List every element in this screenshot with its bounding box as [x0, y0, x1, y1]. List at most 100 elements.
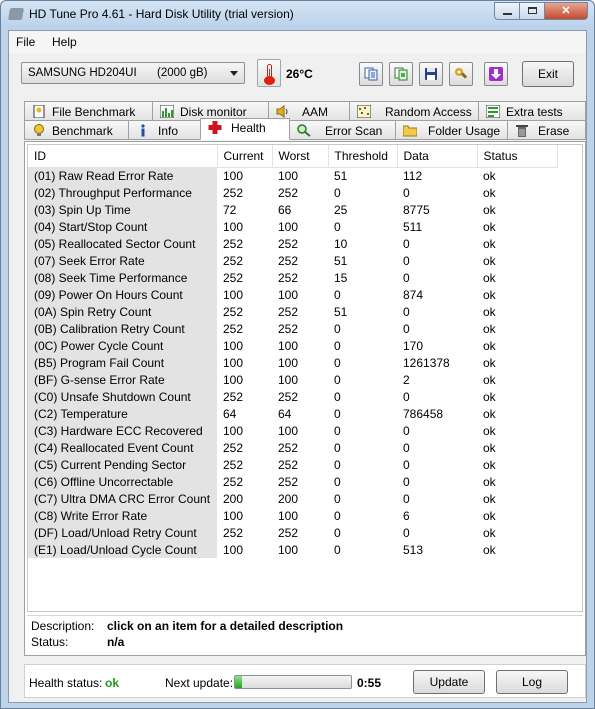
- tab-health[interactable]: Health: [200, 118, 290, 140]
- column-header-threshold[interactable]: Threshold: [328, 145, 398, 168]
- current-value: 100: [223, 219, 244, 234]
- attribute-id: (BF) G-sense Error Rate: [28, 371, 217, 388]
- tab-random-access[interactable]: Random Access: [349, 101, 479, 121]
- table-header: ID Current Worst Threshold Data Status: [28, 145, 558, 168]
- close-icon: ✕: [561, 5, 571, 17]
- menu-file[interactable]: File: [16, 35, 35, 49]
- raw-data: 170: [403, 338, 424, 353]
- tab-error-scan[interactable]: Error Scan: [289, 120, 396, 140]
- attribute-id: (01) Raw Read Error Rate: [28, 167, 217, 184]
- update-button[interactable]: Update: [413, 670, 485, 694]
- smart-attribute-list[interactable]: ID Current Worst Threshold Data Status (…: [27, 144, 583, 612]
- threshold-value: 51: [334, 304, 348, 319]
- minimize-button[interactable]: [494, 2, 520, 20]
- copy-info-button[interactable]: [359, 62, 383, 86]
- tab-erase[interactable]: Erase: [507, 120, 586, 140]
- toolbar: SAMSUNG HD204UI (2000 gB) 26°C Exit: [9, 53, 586, 95]
- table-row[interactable]: (C7) Ultra DMA CRC Error Count 200 200 0 0 ok: [28, 490, 557, 507]
- drive-select[interactable]: SAMSUNG HD204UI (2000 gB): [21, 62, 245, 84]
- table-row[interactable]: (C0) Unsafe Shutdown Count 252 252 0 0 ok: [28, 388, 557, 405]
- worst-value: 252: [278, 236, 299, 251]
- tab-file-benchmark[interactable]: File Benchmark: [24, 101, 153, 121]
- tab-benchmark[interactable]: Benchmark: [24, 120, 129, 140]
- title-bar[interactable]: HD Tune Pro 4.61 - Hard Disk Utility (tr…: [1, 1, 594, 29]
- worst-value: 100: [278, 287, 299, 302]
- table-row[interactable]: (C5) Current Pending Sector 252 252 0 0 ok: [28, 456, 557, 473]
- threshold-value: 0: [334, 508, 341, 523]
- log-button[interactable]: Log: [496, 670, 568, 694]
- table-row[interactable]: (C8) Write Error Rate 100 100 0 6 ok: [28, 507, 557, 524]
- table-row[interactable]: (0C) Power Cycle Count 100 100 0 170 ok: [28, 337, 557, 354]
- save-button[interactable]: [419, 62, 443, 86]
- exit-button[interactable]: Exit: [522, 61, 574, 87]
- table-row[interactable]: (08) Seek Time Performance 252 252 15 0 ok: [28, 269, 557, 286]
- table-row[interactable]: (03) Spin Up Time 72 66 25 8775 ok: [28, 201, 557, 218]
- table-row[interactable]: (0B) Calibration Retry Count 252 252 0 0 ok: [28, 320, 557, 337]
- table-row[interactable]: (C2) Temperature 64 64 0 786458 ok: [28, 405, 557, 422]
- close-button[interactable]: ✕: [544, 2, 588, 20]
- column-header-worst[interactable]: Worst: [272, 145, 329, 168]
- threshold-value: 0: [334, 406, 341, 421]
- current-value: 252: [223, 457, 244, 472]
- threshold-value: 0: [334, 525, 341, 540]
- attribute-status: ok: [483, 491, 496, 506]
- attribute-id: (C5) Current Pending Sector: [28, 456, 217, 473]
- attribute-id: (C8) Write Error Rate: [28, 507, 217, 524]
- table-row[interactable]: (07) Seek Error Rate 252 252 51 0 ok: [28, 252, 557, 269]
- attribute-status: ok: [483, 270, 496, 285]
- speaker-icon: [276, 105, 288, 118]
- worst-value: 100: [278, 219, 299, 234]
- threshold-value: 0: [334, 287, 341, 302]
- table-row[interactable]: (02) Throughput Performance 252 252 0 0 ok: [28, 184, 557, 201]
- table-row[interactable]: (DF) Load/Unload Retry Count 252 252 0 0 ok: [28, 524, 557, 541]
- table-row[interactable]: (C6) Offline Uncorrectable 252 252 0 0 ok: [28, 473, 557, 490]
- column-header-id[interactable]: ID: [28, 145, 218, 168]
- table-row[interactable]: (05) Reallocated Sector Count 252 252 10 0 ok: [28, 235, 557, 252]
- description-text: click on an item for a detailed descript…: [107, 619, 344, 633]
- attribute-status: ok: [483, 474, 496, 489]
- tab-extra-tests[interactable]: Extra tests: [478, 101, 586, 121]
- table-row[interactable]: (E1) Load/Unload Cycle Count 100 100 0 513 ok: [28, 541, 557, 558]
- column-header-data[interactable]: Data: [397, 145, 478, 168]
- table-row[interactable]: (04) Start/Stop Count 100 100 0 511 ok: [28, 218, 557, 235]
- window-title: HD Tune Pro 4.61 - Hard Disk Utility (tr…: [29, 7, 294, 21]
- attribute-id: (C2) Temperature: [28, 405, 217, 422]
- table-row[interactable]: (0A) Spin Retry Count 252 252 51 0 ok: [28, 303, 557, 320]
- floppy-disk-icon: [425, 68, 437, 80]
- drive-size: (2000 gB): [157, 67, 208, 79]
- tools-icon: [455, 68, 468, 79]
- current-value: 252: [223, 185, 244, 200]
- attribute-id: (E1) Load/Unload Cycle Count: [28, 541, 217, 558]
- column-header-current[interactable]: Current: [217, 145, 273, 168]
- attribute-id: (C4) Reallocated Event Count: [28, 439, 217, 456]
- copy-screenshot-button[interactable]: [389, 62, 413, 86]
- raw-data: 0: [403, 253, 410, 268]
- raw-data: 0: [403, 304, 410, 319]
- attribute-id: (B5) Program Fail Count: [28, 354, 217, 371]
- menu-bar: File Help: [9, 31, 586, 53]
- raw-data: 0: [403, 440, 410, 455]
- table-row[interactable]: (09) Power On Hours Count 100 100 0 874 ok: [28, 286, 557, 303]
- tab-info[interactable]: Info: [128, 120, 201, 140]
- options-button[interactable]: [449, 62, 473, 86]
- column-header-status[interactable]: Status: [477, 145, 558, 168]
- raw-data: 874: [403, 287, 424, 302]
- table-row[interactable]: (C4) Reallocated Event Count 252 252 0 0 ok: [28, 439, 557, 456]
- menu-help[interactable]: Help: [52, 35, 77, 49]
- worst-value: 100: [278, 423, 299, 438]
- attribute-id: (05) Reallocated Sector Count: [28, 235, 217, 252]
- current-value: 72: [223, 202, 237, 217]
- maximize-button[interactable]: [519, 2, 545, 20]
- raw-data: 0: [403, 474, 410, 489]
- table-row[interactable]: (B5) Program Fail Count 100 100 0 1261378 ok: [28, 354, 557, 371]
- raw-data: 0: [403, 525, 410, 540]
- table-row[interactable]: (BF) G-sense Error Rate 100 100 0 2 ok: [28, 371, 557, 388]
- download-button[interactable]: [484, 62, 508, 86]
- table-row[interactable]: (01) Raw Read Error Rate 100 100 51 112 ok: [28, 167, 557, 184]
- table-row[interactable]: (C3) Hardware ECC Recovered 100 100 0 0 ok: [28, 422, 557, 439]
- tab-folder-usage[interactable]: Folder Usage: [395, 120, 508, 140]
- attribute-id: (04) Start/Stop Count: [28, 218, 217, 235]
- attribute-status: ok: [483, 321, 496, 336]
- disk-monitor-icon: [160, 105, 174, 118]
- progress-fill: [235, 676, 242, 688]
